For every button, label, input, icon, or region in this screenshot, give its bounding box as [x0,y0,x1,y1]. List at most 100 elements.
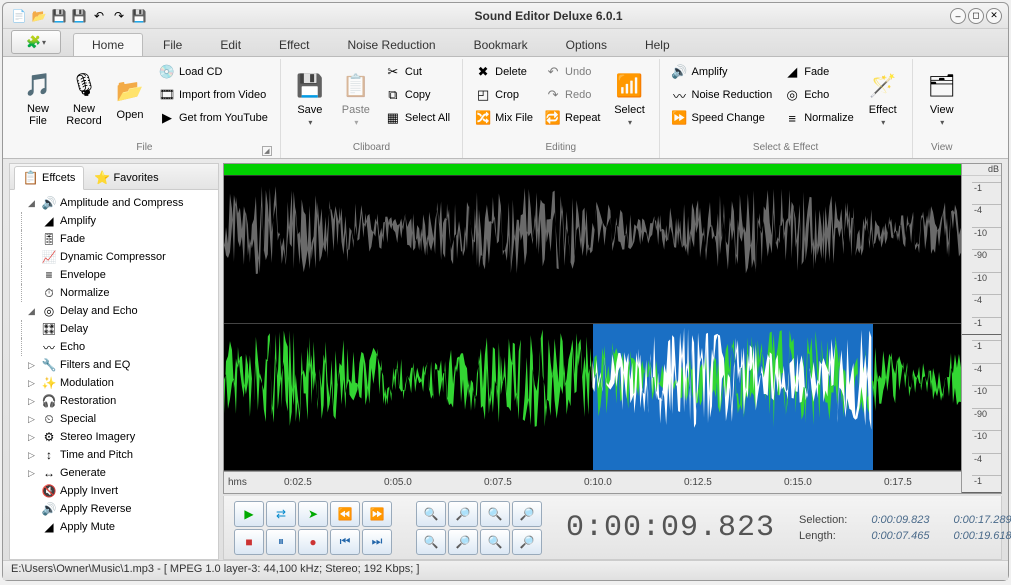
qat-save3-icon[interactable]: 💾 [131,8,147,24]
sidebar-tab-effects[interactable]: 📋Effcets [14,166,84,190]
qat-undo-icon[interactable]: ↶ [91,8,107,24]
qat-open-icon[interactable]: 📂 [31,8,47,24]
skip-end-button[interactable]: ⏭ [362,529,392,555]
tab-edit[interactable]: Edit [202,34,259,56]
load-cd-button[interactable]: 💿Load CD [155,61,272,83]
time-ruler[interactable]: hms 0:02.50:05.00:07.50:10.00:12.50:15.0… [224,471,961,493]
redo-icon: ↷ [545,87,561,103]
stop-button[interactable]: ■ [234,529,264,555]
paste-button[interactable]: 📋Paste▾ [335,61,377,135]
tab-file[interactable]: File [145,34,200,56]
tree-node[interactable]: ▷↔Generate [10,464,218,482]
amplify-button[interactable]: 🔊Amplify [668,61,777,83]
delete-icon: ✖ [475,64,491,80]
effect-button[interactable]: 🪄Effect▾ [862,61,904,135]
tree-node[interactable]: ▷🔧Filters and EQ [10,356,218,374]
close-button[interactable]: ✕ [986,8,1002,24]
zoom-reset-button[interactable]: 🔍 [480,529,510,555]
qat-save2-icon[interactable]: 💾 [71,8,87,24]
tab-home[interactable]: Home [73,33,143,56]
tree-node[interactable]: 🔊Apply Reverse [10,500,218,518]
channel-right[interactable] [224,324,961,472]
shuffle-button[interactable]: ⇄ [266,501,296,527]
group-dialog-launcher[interactable]: ◢ [262,146,272,156]
tree-leaf[interactable]: 〰Echo [21,338,218,356]
undo-button[interactable]: ↶Undo [541,61,604,83]
import-video-button[interactable]: 🎞Import from Video [155,84,272,106]
tree-leaf[interactable]: 🎛Delay [21,320,218,338]
tree-node[interactable]: ▷⏲Special [10,410,218,428]
save-button[interactable]: 💾Save▾ [289,61,331,135]
tree-node[interactable]: ▷🎧Restoration [10,392,218,410]
new-file-button[interactable]: 🎵New File [17,61,59,135]
zoom-fit-button[interactable]: 🔎 [512,501,542,527]
zoom-sel-button[interactable]: 🔍 [480,501,510,527]
new-record-button[interactable]: 🎙New Record [63,61,105,135]
play-button[interactable]: ▶ [234,501,264,527]
record-button[interactable]: ● [298,529,328,555]
zoom-vin-button[interactable]: 🔍 [416,529,446,555]
tree-node[interactable]: 🔇Apply Invert [10,482,218,500]
tree-leaf[interactable]: ≡Envelope [21,266,218,284]
qat-redo-icon[interactable]: ↷ [111,8,127,24]
tree-leaf[interactable]: ◢Amplify [21,212,218,230]
tab-options[interactable]: Options [548,34,625,56]
tree-node[interactable]: ◢Apply Mute [10,518,218,536]
qat-save-icon[interactable]: 💾 [51,8,67,24]
select-all-icon: ▦ [385,110,401,126]
cut-button[interactable]: ✂Cut [381,61,454,83]
youtube-button[interactable]: ▶Get from YouTube [155,107,272,129]
qat-new-icon[interactable]: 📄 [11,8,27,24]
waveform-container: hms 0:02.50:05.00:07.50:10.00:12.50:15.0… [223,163,1002,494]
mix-button[interactable]: 🔀Mix File [471,107,537,129]
minimize-button[interactable]: – [950,8,966,24]
app-menu-button[interactable]: 🧩▾ [11,30,61,54]
time-display: 0:00:09.823 [566,511,775,545]
speed-button[interactable]: ⏩Speed Change [668,107,777,129]
zoom-full-button[interactable]: 🔎 [512,529,542,555]
fade-button[interactable]: ◢Fade [780,61,858,83]
list-icon: 📋 [23,170,39,186]
skip-start-button[interactable]: ⏮ [330,529,360,555]
tree-leaf[interactable]: 📈Dynamic Compressor [21,248,218,266]
tab-effect[interactable]: Effect [261,34,327,56]
tab-bookmark[interactable]: Bookmark [456,34,546,56]
view-button[interactable]: 🗂View▾ [921,61,963,135]
tree-node[interactable]: ◢🔊Amplitude and Compress [10,194,218,212]
tab-help[interactable]: Help [627,34,688,56]
noise-button[interactable]: 〰Noise Reduction [668,84,777,106]
tree-node[interactable]: ▷⚙Stereo Imagery [10,428,218,446]
zoom-in-button[interactable]: 🔍 [416,501,446,527]
zoom-out-button[interactable]: 🔎 [448,501,478,527]
forward-button[interactable]: ⏩ [362,501,392,527]
repeat-button[interactable]: 🔁Repeat [541,107,604,129]
tree-leaf[interactable]: ⏱Normalize [21,284,218,302]
effects-tree[interactable]: ◢🔊Amplitude and Compress◢Amplify🎚Fade📈Dy… [10,190,218,559]
crop-button[interactable]: ◰Crop [471,84,537,106]
echo-button[interactable]: ◎Echo [780,84,858,106]
delete-button[interactable]: ✖Delete [471,61,537,83]
copy-button[interactable]: ⧉Copy [381,84,454,106]
open-button[interactable]: 📂Open [109,61,151,135]
maximize-button[interactable]: ◻ [968,8,984,24]
tree-leaf[interactable]: 🎚Fade [21,230,218,248]
select-all-button[interactable]: ▦Select All [381,107,454,129]
tab-noise[interactable]: Noise Reduction [330,34,454,56]
tree-node[interactable]: ◢◎Delay and Echo [10,302,218,320]
pause-button[interactable]: ⏸ [266,529,296,555]
ribbon-group-editing: ✖Delete ◰Crop 🔀Mix File ↶Undo ↷Redo 🔁Rep… [463,59,659,158]
tree-node[interactable]: ▷↕Time and Pitch [10,446,218,464]
select-button[interactable]: 📶Select▾ [609,61,651,135]
redo-button[interactable]: ↷Redo [541,84,604,106]
channel-left[interactable] [224,176,961,324]
tree-node[interactable]: ▷✨Modulation [10,374,218,392]
sidebar-tab-favorites[interactable]: ⭐Favorites [86,167,166,189]
top-ruler[interactable] [224,164,961,176]
noise-icon: 〰 [672,87,688,103]
play-loop-button[interactable]: ➤ [298,501,328,527]
rewind-button[interactable]: ⏪ [330,501,360,527]
zoom-vout-button[interactable]: 🔎 [448,529,478,555]
normalize-button[interactable]: ≡Normalize [780,107,858,129]
sidebar-tabs: 📋Effcets ⭐Favorites [10,164,218,190]
crop-icon: ◰ [475,87,491,103]
